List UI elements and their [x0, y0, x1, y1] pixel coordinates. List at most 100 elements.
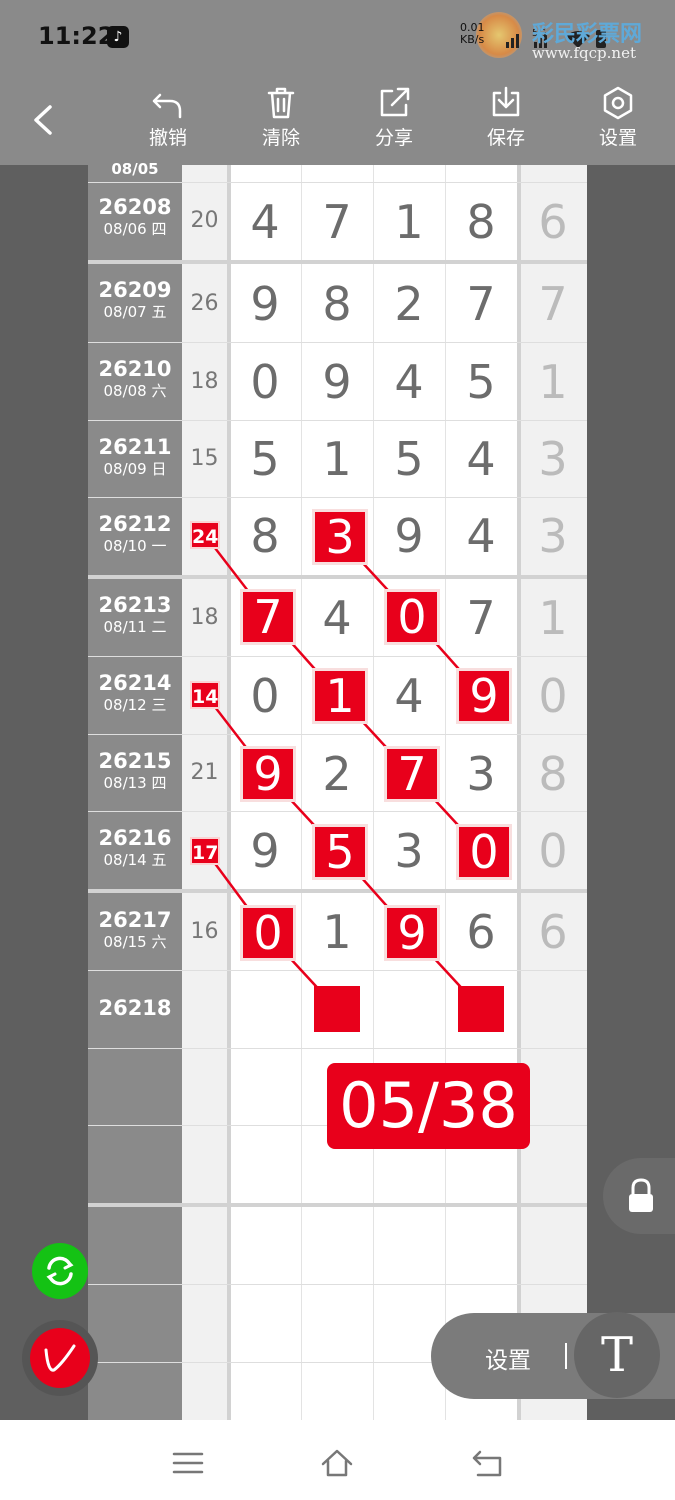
digit-cell[interactable]: 1: [379, 195, 439, 249]
digit-cell[interactable]: 8: [235, 509, 295, 563]
undo-label: 撤销: [148, 127, 187, 149]
undo-button[interactable]: 撤销: [133, 85, 203, 150]
digit-cell[interactable]: 7: [451, 277, 511, 331]
sum-highlight[interactable]: 17: [190, 837, 220, 865]
digit-highlight[interactable]: 9: [456, 668, 512, 724]
digit-highlight[interactable]: 0: [384, 589, 440, 645]
digit-highlight[interactable]: 1: [312, 668, 368, 724]
digit-cell[interactable]: 3: [451, 747, 511, 801]
back-button[interactable]: [28, 103, 62, 137]
digit-cell[interactable]: 5: [235, 432, 295, 486]
back-arrow-icon: [34, 105, 52, 135]
date-cell-partial: 08/05: [111, 160, 159, 178]
return-icon[interactable]: [470, 1446, 504, 1480]
settings-hex-icon: [603, 86, 633, 120]
digit-cell[interactable]: 7: [451, 591, 511, 645]
digit-cell[interactable]: 3: [379, 824, 439, 878]
settings-button[interactable]: 设置: [583, 85, 653, 150]
digit-highlight[interactable]: 7: [384, 746, 440, 802]
save-button[interactable]: 保存: [471, 85, 541, 150]
digit-cell[interactable]: 4: [451, 509, 511, 563]
issue-date: 08/15 六: [103, 933, 167, 951]
issue-number: 26215: [98, 749, 172, 773]
digit-highlight[interactable]: 9: [240, 746, 296, 802]
digit-cell[interactable]: 7: [307, 195, 367, 249]
issue-number: 26208: [98, 195, 172, 219]
digit-cell[interactable]: 0: [235, 355, 295, 409]
digit-highlight[interactable]: 3: [312, 509, 368, 565]
sum-highlight[interactable]: 24: [190, 521, 220, 549]
digit-cell[interactable]: 9: [379, 509, 439, 563]
sum-value: 18: [190, 369, 219, 394]
predicted-mark[interactable]: [314, 986, 360, 1032]
date-cell: 26211 08/09 日: [88, 435, 182, 479]
download-icon: [492, 86, 520, 117]
clear-label: 清除: [261, 127, 300, 149]
date-cell: 26217 08/15 六: [88, 908, 182, 952]
draw-sheet[interactable]: 08/05 26208 08/06 四 20 4 7 1 8 6 26209 08/…: [88, 160, 587, 1420]
digit-highlight[interactable]: 5: [312, 824, 368, 880]
digit-cell[interactable]: 4: [379, 355, 439, 409]
tail-digit: 3: [538, 509, 568, 563]
sum-value: 26: [190, 291, 219, 316]
clear-button[interactable]: 清除: [246, 85, 316, 150]
share-label: 分享: [374, 127, 413, 149]
digit-cell[interactable]: 8: [451, 195, 511, 249]
digit-highlight[interactable]: 7: [240, 589, 296, 645]
status-time: 11:22: [38, 22, 115, 50]
date-cell-next: 26218: [88, 996, 182, 1020]
digit-cell[interactable]: 9: [235, 824, 295, 878]
date-cell: 26208 08/06 四: [88, 195, 182, 239]
panel-settings-label[interactable]: 设置: [485, 1341, 531, 1375]
share-button[interactable]: 分享: [359, 85, 429, 150]
pen-button[interactable]: [22, 1320, 98, 1396]
date-cell: 26209 08/07 五: [88, 278, 182, 322]
menu-icon[interactable]: [171, 1446, 205, 1480]
digit-cell[interactable]: 2: [307, 747, 367, 801]
tail-digit: 6: [538, 195, 568, 249]
sum-value: 21: [190, 760, 219, 785]
digit-cell[interactable]: 1: [307, 905, 367, 959]
settings-label: 设置: [598, 127, 637, 149]
digit-cell[interactable]: 4: [379, 669, 439, 723]
date-cell: 26215 08/13 四: [88, 749, 182, 793]
tail-digit: 6: [538, 905, 568, 959]
digit-cell[interactable]: 4: [307, 591, 367, 645]
digit-cell[interactable]: 1: [307, 432, 367, 486]
digit-cell[interactable]: 0: [235, 669, 295, 723]
digit-cell[interactable]: 6: [451, 905, 511, 959]
save-label: 保存: [486, 127, 525, 149]
digit-cell[interactable]: 9: [235, 277, 295, 331]
lock-button[interactable]: [603, 1158, 675, 1234]
issue-date: 08/10 一: [103, 537, 167, 555]
issue-number: 26216: [98, 826, 172, 850]
trash-icon: [267, 87, 295, 119]
issue-date: 08/11 二: [103, 618, 167, 636]
digit-highlight[interactable]: 0: [240, 905, 296, 961]
refresh-button[interactable]: [32, 1243, 88, 1299]
digit-highlight[interactable]: 0: [456, 824, 512, 880]
digit-cell[interactable]: 4: [451, 432, 511, 486]
tail-digit: 1: [538, 355, 568, 409]
digit-cell[interactable]: 9: [307, 355, 367, 409]
digit-cell[interactable]: 4: [235, 195, 295, 249]
digit-highlight[interactable]: 9: [384, 905, 440, 961]
status-bar: 11:22 ♪ 0.01 KB/s 5G 彩民彩票网 www.fqcp.net: [0, 0, 675, 75]
digit-cell[interactable]: 2: [379, 277, 439, 331]
predicted-mark[interactable]: [458, 986, 504, 1032]
digit-cell[interactable]: 5: [379, 432, 439, 486]
date-cell: 26210 08/08 六: [88, 357, 182, 401]
sum-highlight[interactable]: 14: [190, 681, 220, 709]
issue-date: 08/14 五: [103, 851, 167, 869]
settings-panel: 设置 T: [431, 1312, 675, 1399]
score-badge: 05/38: [327, 1063, 530, 1149]
date-cell: 26214 08/12 三: [88, 671, 182, 715]
text-tool-button[interactable]: T: [574, 1312, 660, 1398]
date-cell: 26216 08/14 五: [88, 826, 182, 870]
date-cell: 26213 08/11 二: [88, 593, 182, 637]
digit-cell[interactable]: 5: [451, 355, 511, 409]
home-icon[interactable]: [320, 1446, 354, 1480]
pen-icon: [44, 1344, 76, 1372]
issue-number: 26211: [98, 435, 172, 459]
digit-cell[interactable]: 8: [307, 277, 367, 331]
